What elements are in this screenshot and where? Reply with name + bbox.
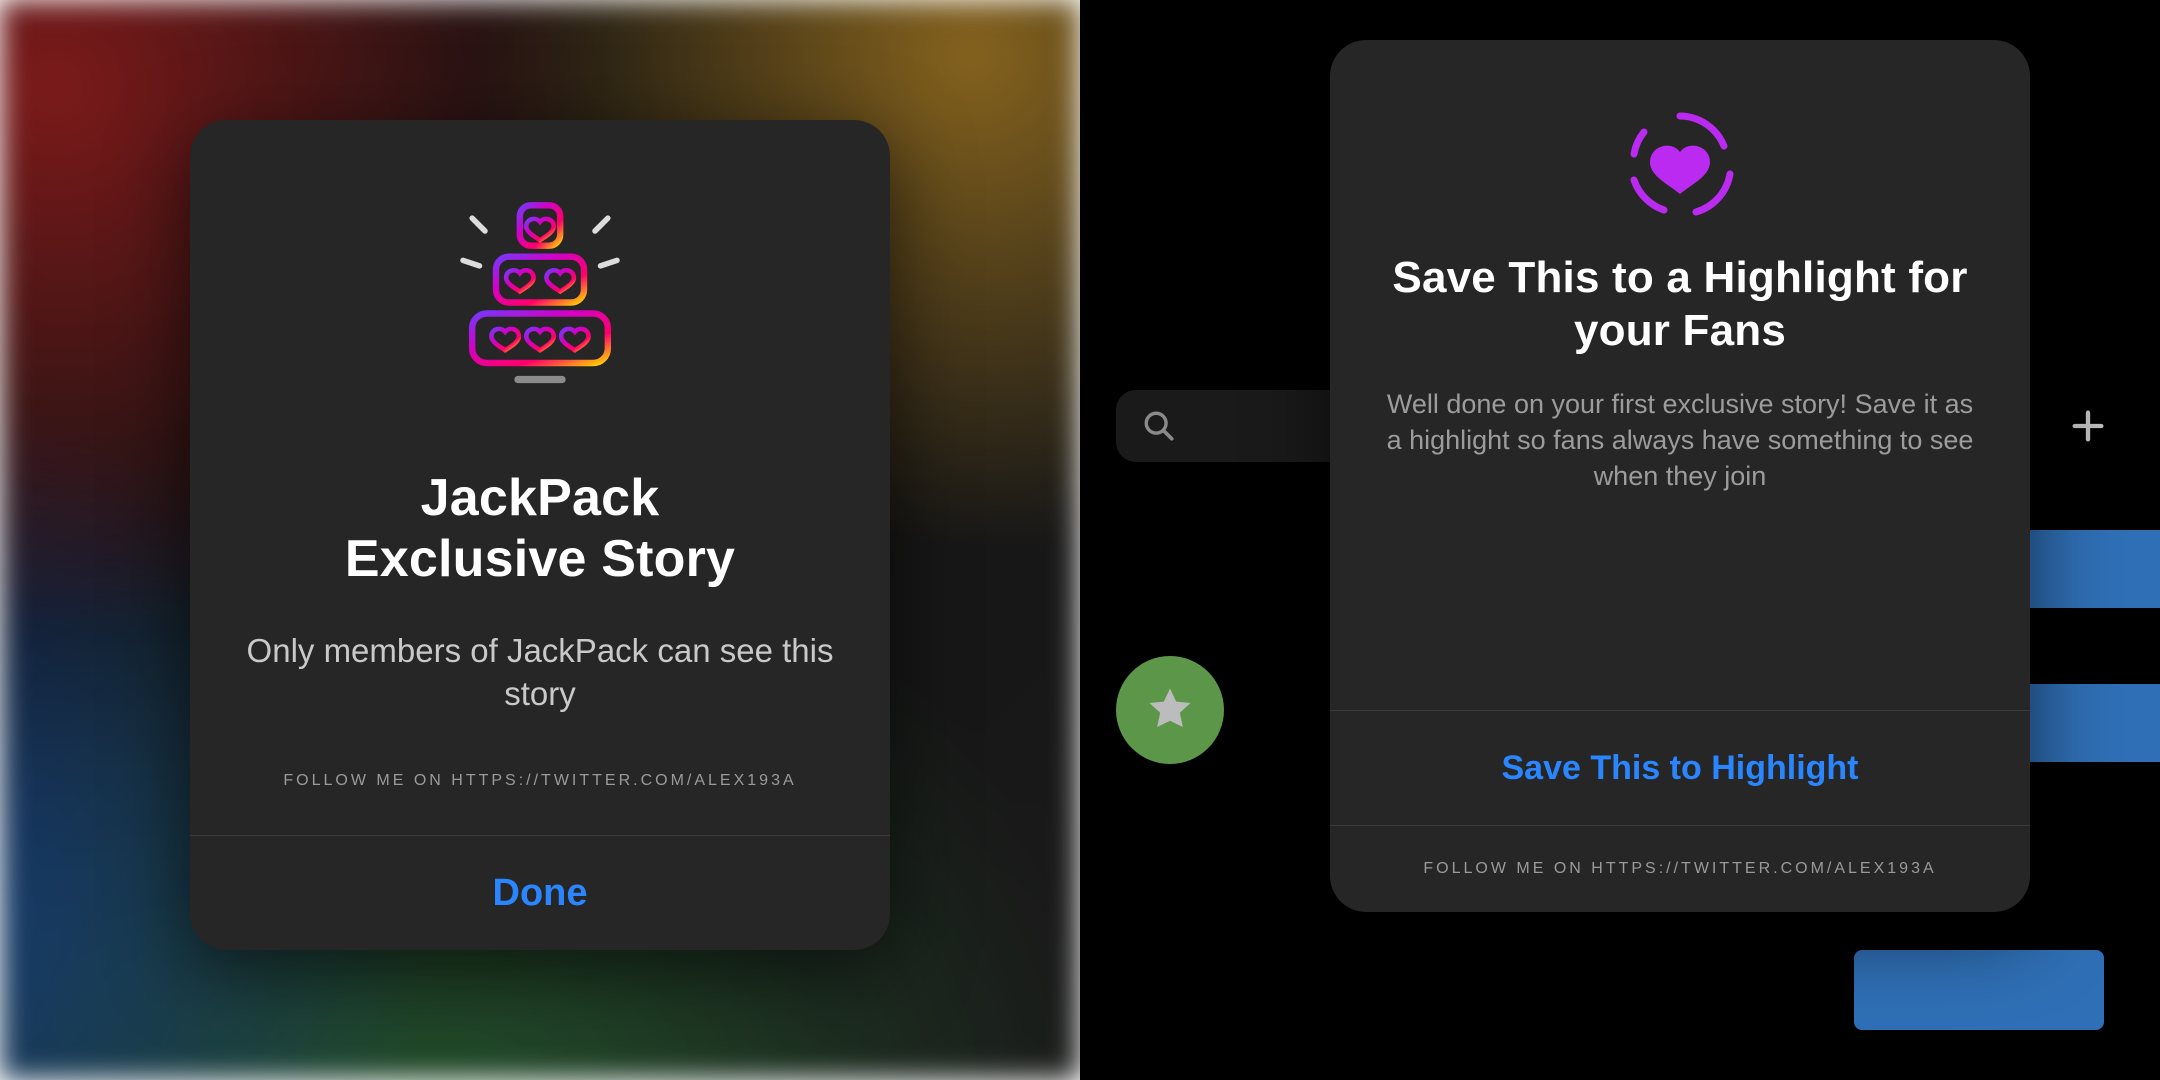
left-panel: @ALEX193A @ALEX193A @ALEX193A (0, 0, 1080, 1080)
chat-bubble (1854, 950, 2104, 1030)
heart-progress-icon (1620, 104, 1740, 224)
right-panel: Save This to a Highlight for your Fans W… (1080, 0, 2160, 1080)
credit-line: FOLLOW ME ON HTTPS://TWITTER.COM/ALEX193… (1423, 860, 1936, 878)
card-subtitle: Only members of JackPack can see this st… (234, 629, 846, 716)
credit-line: FOLLOW ME ON HTTPS://TWITTER.COM/ALEX193… (283, 772, 796, 790)
card-title: Save This to a Highlight for your Fans (1374, 252, 1986, 358)
plus-icon[interactable] (2052, 390, 2124, 462)
heart-cake-icon (420, 172, 660, 422)
card-subtitle: Well done on your first exclusive story!… (1374, 386, 1986, 495)
highlight-avatar[interactable] (1116, 656, 1224, 764)
done-button[interactable]: Done (493, 872, 588, 915)
save-highlight-button[interactable]: Save This to Highlight (1501, 749, 1858, 788)
chat-bubble (2020, 530, 2160, 608)
search-icon (1142, 409, 1176, 443)
card-title-line-2: Exclusive Story (345, 530, 735, 588)
chat-bubble (2020, 684, 2160, 762)
star-icon (1142, 682, 1198, 738)
card-title: JackPack Exclusive Story (345, 468, 735, 591)
save-highlight-card: Save This to a Highlight for your Fans W… (1330, 40, 2030, 912)
card-title-line-1: JackPack (421, 469, 660, 527)
exclusive-story-card: JackPack Exclusive Story Only members of… (190, 120, 890, 950)
